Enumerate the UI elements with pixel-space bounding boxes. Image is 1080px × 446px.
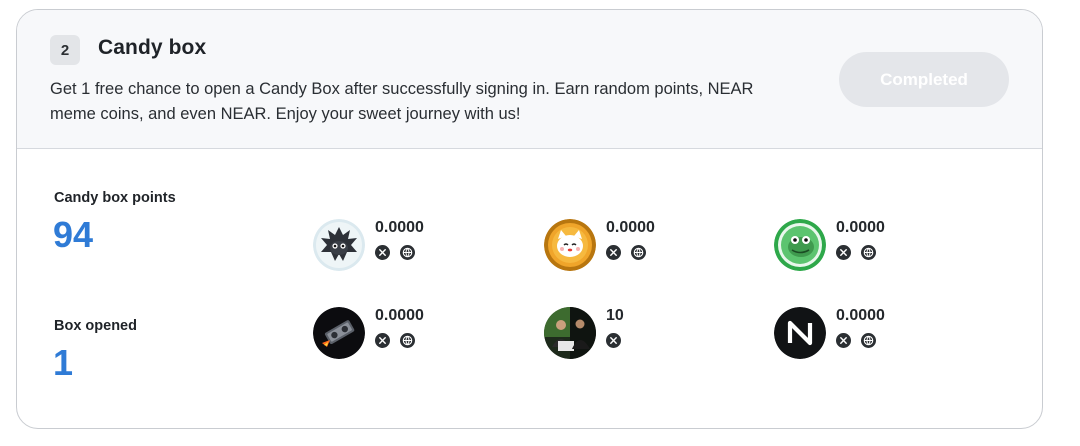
card-description: Get 1 free chance to open a Candy Box af…: [50, 80, 754, 123]
completed-button[interactable]: Completed: [839, 52, 1009, 107]
token-amount: 0.0000: [606, 219, 655, 236]
globe-icon[interactable]: [631, 245, 646, 260]
globe-icon[interactable]: [400, 333, 415, 348]
x-icon[interactable]: [606, 333, 621, 348]
step-number-badge: 2: [50, 35, 80, 65]
token-amount: 0.0000: [375, 219, 424, 236]
x-icon[interactable]: [836, 245, 851, 260]
token-amount: 0.0000: [375, 307, 424, 324]
reward-token-item: 0.0000: [313, 219, 513, 273]
dragon-coin-icon: [313, 219, 365, 271]
token-amount: 10: [606, 307, 624, 324]
frog-coin-icon: [774, 219, 826, 271]
x-icon[interactable]: [836, 333, 851, 348]
reward-token-item: 0.0000: [313, 307, 513, 361]
points-label: Candy box points: [54, 190, 176, 206]
box-opened-label: Box opened: [54, 318, 137, 334]
card-header: 2 Candy box Get 1 free chance to open a …: [17, 10, 1042, 149]
card-title: Candy box: [98, 36, 207, 59]
globe-icon[interactable]: [400, 245, 415, 260]
reward-token-item: 0.0000: [774, 307, 974, 361]
rocket-gpu-coin-icon: [313, 307, 365, 359]
globe-icon[interactable]: [861, 245, 876, 260]
reward-token-item: 10: [544, 307, 744, 361]
reward-token-item: 0.0000: [544, 219, 744, 273]
candy-box-card: 2 Candy box Get 1 free chance to open a …: [16, 9, 1043, 429]
token-amount: 0.0000: [836, 219, 885, 236]
near-logo-icon: [774, 307, 826, 359]
box-opened-value: 1: [53, 342, 74, 383]
x-icon[interactable]: [606, 245, 621, 260]
token-amount: 0.0000: [836, 307, 885, 324]
reward-token-item: 0.0000: [774, 219, 974, 273]
x-icon[interactable]: [375, 245, 390, 260]
points-value: 94: [53, 214, 94, 255]
photo-coin-icon: [544, 307, 596, 359]
lucky-cat-coin-icon: [544, 219, 596, 271]
x-icon[interactable]: [375, 333, 390, 348]
globe-icon[interactable]: [861, 333, 876, 348]
